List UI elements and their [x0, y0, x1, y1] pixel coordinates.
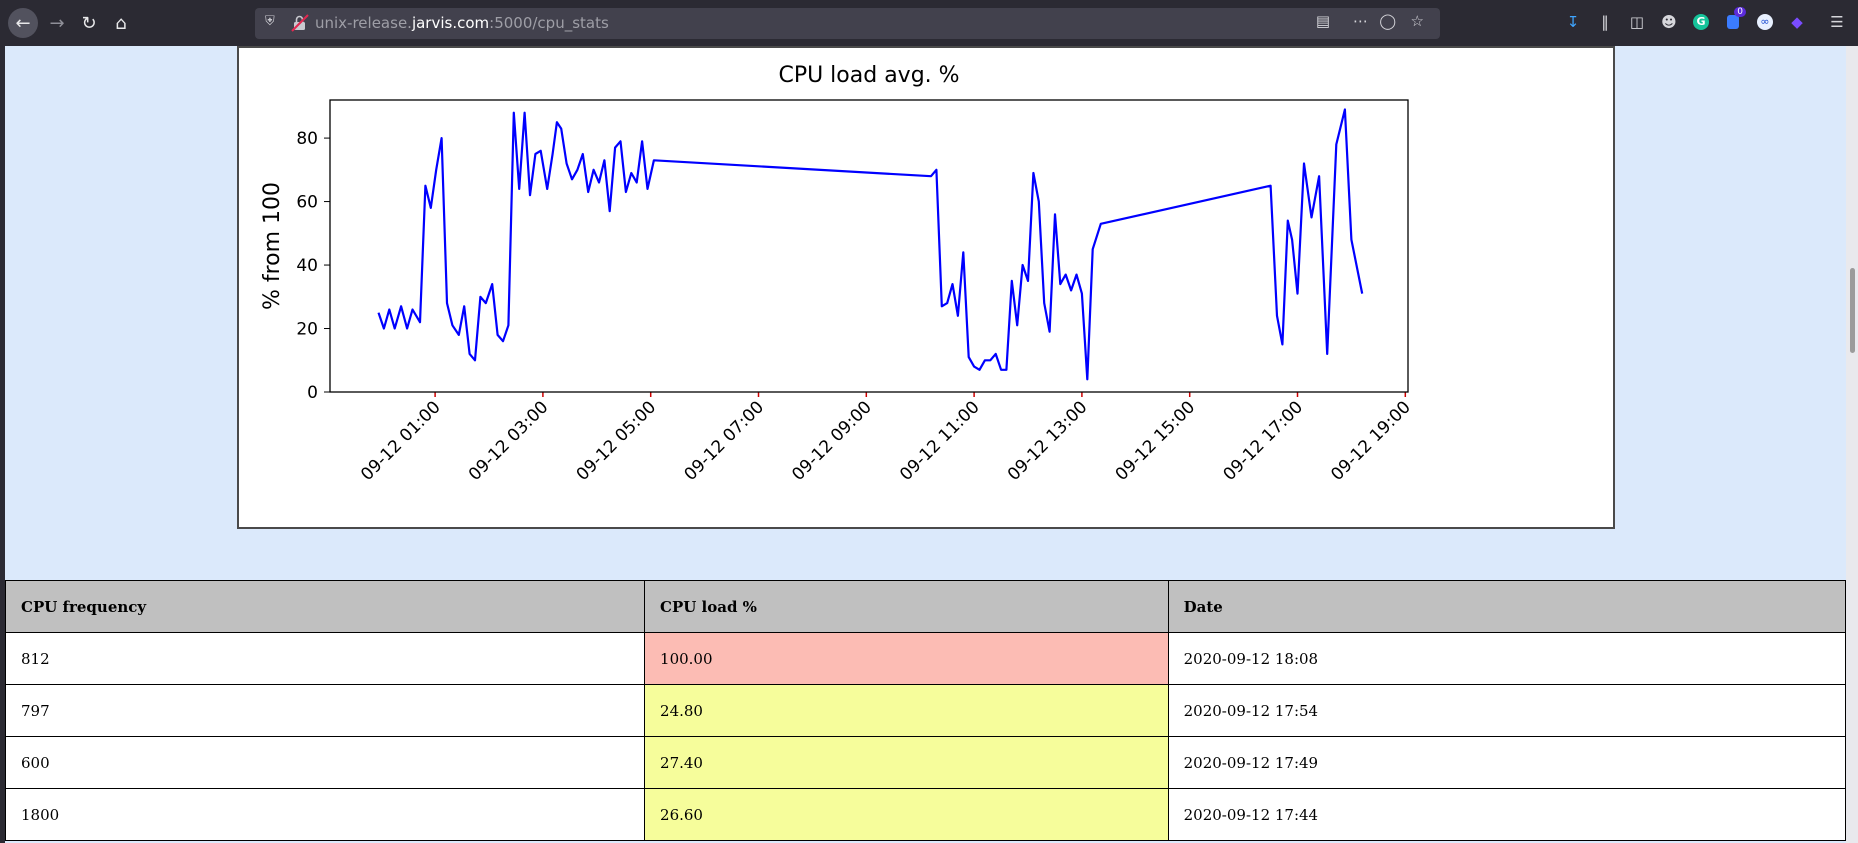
- table-row: 797 24.80 2020-09-12 17:54: [4, 684, 1847, 737]
- cpu-load-cell: 24.80: [644, 684, 1169, 737]
- bookmark-star-icon[interactable]: ☆: [1411, 12, 1424, 30]
- x-tick-label: 09-12 07:00: [681, 397, 769, 485]
- cpu-frequency-cell: 812: [4, 632, 646, 685]
- column-header-date: Date: [1167, 580, 1847, 633]
- cpu-load-cell: 100.00: [644, 632, 1169, 685]
- cpu-load-cell: 26.60: [644, 788, 1169, 841]
- library-icon[interactable]: ‖: [1594, 11, 1616, 33]
- reader-view-icon[interactable]: ▤: [1316, 12, 1330, 30]
- table-row: 1800 26.60 2020-09-12 17:44: [4, 788, 1847, 841]
- x-tick-label: 09-12 13:00: [1004, 397, 1092, 485]
- downloads-icon[interactable]: ↧: [1562, 11, 1584, 33]
- insecure-lock-icon[interactable]: [291, 14, 309, 32]
- y-tick-label: 60: [296, 193, 318, 213]
- cpu-frequency-cell: 1800: [4, 788, 646, 841]
- x-tick-label: 09-12 11:00: [896, 397, 984, 485]
- grammarly-extension-icon[interactable]: G: [1690, 11, 1712, 33]
- x-tick-label: 09-12 03:00: [465, 397, 553, 485]
- y-tick-label: 80: [296, 129, 318, 149]
- column-header-cpu-load: CPU load %: [644, 580, 1169, 633]
- account-icon[interactable]: ☻: [1658, 11, 1680, 33]
- cpu-frequency-cell: 600: [4, 736, 646, 789]
- browser-toolbar: ← → ↻ ⌂ ⛨ unix-release.jarvis.com:5000/c…: [0, 0, 1858, 46]
- cpu-load-series-line: [377, 108, 1364, 381]
- reload-button[interactable]: ↻: [74, 8, 104, 38]
- page-scrollbar[interactable]: [1846, 46, 1858, 843]
- y-tick-label: 20: [296, 320, 318, 340]
- y-tick-label: 0: [307, 383, 318, 403]
- chart-title: CPU load avg. %: [778, 63, 959, 88]
- back-button[interactable]: ←: [8, 8, 38, 38]
- notification-badge: 0: [1734, 7, 1746, 17]
- column-header-cpu-frequency: CPU frequency: [4, 580, 646, 633]
- cpu-frequency-cell: 797: [4, 684, 646, 737]
- forward-button[interactable]: →: [42, 8, 72, 38]
- date-cell: 2020-09-12 17:44: [1167, 788, 1847, 841]
- diamond-extension-icon[interactable]: ◆: [1786, 11, 1808, 33]
- url-subdomain: unix-release.: [315, 14, 412, 32]
- url-path: :5000/cpu_stats: [489, 14, 609, 32]
- infinity-extension-icon[interactable]: ∞: [1754, 11, 1776, 33]
- scrollbar-thumb[interactable]: [1850, 268, 1855, 353]
- home-button[interactable]: ⌂: [106, 8, 136, 38]
- table-row: 600 27.40 2020-09-12 17:49: [4, 736, 1847, 789]
- menu-hamburger-icon[interactable]: ☰: [1826, 11, 1848, 33]
- arrow-left-icon: ←: [15, 12, 31, 34]
- table-row: 812 100.00 2020-09-12 18:08: [4, 632, 1847, 685]
- table-header-row: CPU frequency CPU load % Date: [4, 580, 1847, 633]
- pocket-icon[interactable]: ◯: [1379, 12, 1396, 30]
- date-cell: 2020-09-12 17:54: [1167, 684, 1847, 737]
- x-tick-label: 09-12 17:00: [1220, 397, 1308, 485]
- x-tick-label: 09-12 09:00: [788, 397, 876, 485]
- arrow-right-icon: →: [49, 12, 65, 34]
- address-bar[interactable]: ⛨ unix-release.jarvis.com:5000/cpu_stats…: [255, 8, 1440, 39]
- cpu-load-cell: 27.40: [644, 736, 1169, 789]
- x-tick-label: 09-12 19:00: [1327, 397, 1415, 485]
- sidebar-icon[interactable]: ◫: [1626, 11, 1648, 33]
- notification-extension-icon[interactable]: 0: [1722, 7, 1746, 33]
- plot-area-frame: [329, 99, 1409, 393]
- cpu-load-chart: CPU load avg. % % from 100 0 20 40 60 80 09-12 …: [237, 46, 1615, 529]
- reload-icon: ↻: [81, 12, 97, 34]
- date-cell: 2020-09-12 18:08: [1167, 632, 1847, 685]
- tracking-shield-icon[interactable]: ⛨: [265, 14, 283, 32]
- home-icon: ⌂: [115, 12, 127, 34]
- cpu-load-chart-svg: CPU load avg. % % from 100 0 20 40 60 80 09-12 …: [260, 63, 1415, 485]
- y-axis-label: % from 100: [260, 182, 285, 310]
- cpu-stats-table: CPU frequency CPU load % Date 812 100.00…: [4, 580, 1847, 841]
- url-host: jarvis.com: [411, 14, 490, 32]
- x-tick-label: 09-12 15:00: [1112, 397, 1200, 485]
- more-actions-icon[interactable]: ⋯: [1353, 12, 1368, 30]
- date-cell: 2020-09-12 17:49: [1167, 736, 1847, 789]
- x-tick-label: 09-12 01:00: [357, 397, 445, 485]
- url-text[interactable]: unix-release.jarvis.com:5000/cpu_stats: [315, 14, 609, 32]
- y-tick-label: 40: [296, 256, 318, 276]
- x-tick-label: 09-12 05:00: [573, 397, 661, 485]
